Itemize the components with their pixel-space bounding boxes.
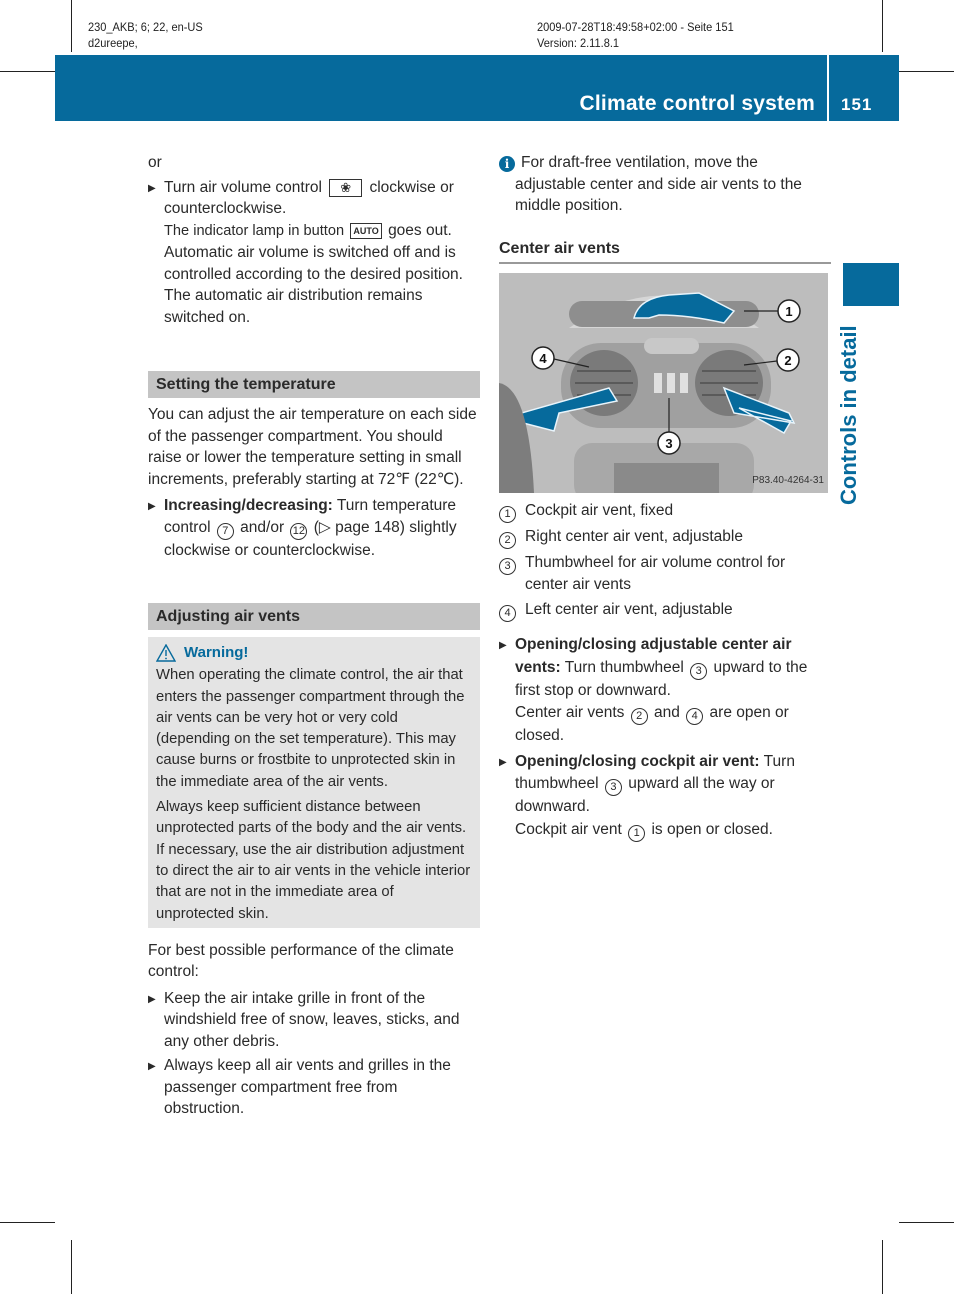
legend-text: Thumbwheel for air volume control for ce… xyxy=(525,554,786,593)
indicator-text: goes out. xyxy=(388,221,452,239)
right-column: i For draft-free ventilation, move the ad… xyxy=(499,152,831,842)
side-tab-marker xyxy=(843,263,899,306)
crop-mark xyxy=(0,1222,55,1223)
warning-paragraph: Always keep sufficient distance between … xyxy=(156,799,471,922)
legend-item: 1 Cockpit air vent, fixed xyxy=(499,500,831,523)
header-bar: Climate control system xyxy=(55,55,827,121)
auto-button-icon: AUTO xyxy=(350,222,382,239)
print-meta-right-line1: 2009-07-28T18:49:58+02:00 - Seite 151 xyxy=(537,20,734,34)
info-icon: i xyxy=(499,156,515,172)
callout-label: 1 xyxy=(785,304,792,319)
legend-item: 3 Thumbwheel for air volume control for … xyxy=(499,552,831,596)
step-open-close-center-vents: Opening/closing adjustable center air ve… xyxy=(499,634,831,748)
indicator-text: The indicator lamp in button xyxy=(164,222,345,239)
performance-intro: For best possible performance of the cli… xyxy=(148,941,454,981)
step-result-text: Center air vents xyxy=(515,704,625,721)
print-meta-right: 2009-07-28T18:49:58+02:00 - Seite 151 Ve… xyxy=(537,19,734,51)
callout-ref: 2 xyxy=(499,532,516,549)
step-text: Turn thumbwheel xyxy=(564,658,684,676)
warning-title: Warning! xyxy=(156,642,472,663)
print-meta-left-line1: 230_AKB; 6; 22, en-US xyxy=(88,20,203,34)
temperature-intro: You can adjust the air temperature on ea… xyxy=(148,406,477,488)
result-text: Automatic air volume is switched off and… xyxy=(164,244,463,326)
warning-triangle-icon xyxy=(156,643,176,662)
temperature-bullet: Increasing/decreasing: Turn temperature … xyxy=(148,495,480,561)
callout-ref: 4 xyxy=(686,708,704,725)
callout-ref: 3 xyxy=(499,558,516,575)
step-open-close-cockpit-vent: Opening/closing cockpit air vent: Turn t… xyxy=(499,751,831,842)
legend-text: Left center air vent, adjustable xyxy=(525,601,733,618)
left-column: or Turn air volume control ❀ clockwise o… xyxy=(148,152,480,1120)
callout-ref: 12 xyxy=(290,522,308,540)
performance-bullet: Always keep all air vents and grilles in… xyxy=(148,1055,480,1120)
step-result-text: and xyxy=(654,704,680,721)
callout-ref: 7 xyxy=(216,522,234,540)
print-meta-left-line2: d2ureepe, xyxy=(88,36,138,50)
print-meta-left: 230_AKB; 6; 22, en-US d2ureepe, xyxy=(88,19,203,51)
center-vents-heading: Center air vents xyxy=(499,238,831,264)
callout-label: 2 xyxy=(784,353,791,368)
info-note-text: For draft-free ventilation, move the adj… xyxy=(515,154,802,214)
print-meta-right-line2: Version: 2.11.8.1 xyxy=(537,36,620,50)
crop-mark xyxy=(0,71,55,72)
crop-mark xyxy=(71,0,72,52)
crop-mark xyxy=(882,1240,883,1294)
crop-mark xyxy=(899,1222,954,1223)
fan-icon: ❀ xyxy=(329,178,363,197)
figure-code: P83.40-4264-31 xyxy=(752,474,824,486)
callout-ref: 3 xyxy=(604,779,622,796)
step-result-text: is open or closed. xyxy=(651,820,773,838)
bullet-text: and/or xyxy=(240,518,285,536)
callout-ref: 2 xyxy=(630,708,648,725)
legend-text: Right center air vent, adjustable xyxy=(525,528,743,545)
side-tab-label: Controls in detail xyxy=(836,325,861,505)
dashboard-illustration: 1 2 3 4 xyxy=(499,273,828,493)
callout-label: 3 xyxy=(665,436,672,451)
callout-ref: 3 xyxy=(690,662,708,680)
crop-mark xyxy=(882,0,883,52)
page-number: 151 xyxy=(841,95,873,114)
warning-box: Warning! When operating the climate cont… xyxy=(148,637,480,928)
callout-label: 4 xyxy=(539,351,547,366)
callout-ref: 1 xyxy=(499,506,516,523)
center-vents-figure: 1 2 3 4 P83.40-4264-31 xyxy=(499,273,828,493)
page-number-box: 151 xyxy=(829,55,899,121)
bullet-bold-label: Increasing/decreasing: xyxy=(164,497,333,514)
figure-legend: 1 Cockpit air vent, fixed 2 Right center… xyxy=(499,500,831,622)
info-note: i For draft-free ventilation, move the ad… xyxy=(499,152,831,217)
page-title: Climate control system xyxy=(579,92,815,115)
warning-title-text: Warning! xyxy=(184,644,249,661)
crop-mark xyxy=(71,1240,72,1294)
legend-item: 2 Right center air vent, adjustable xyxy=(499,526,831,549)
legend-text: Cockpit air vent, fixed xyxy=(525,502,674,519)
air-volume-bullet: Turn air volume control ❀ clockwise or c… xyxy=(148,177,480,329)
warning-paragraph: When operating the climate control, the … xyxy=(156,667,465,790)
or-text: or xyxy=(148,154,162,171)
step-result-text: Cockpit air vent xyxy=(515,820,622,838)
section-heading-air-vents: Adjusting air vents xyxy=(148,603,480,630)
callout-ref: 4 xyxy=(499,605,516,622)
section-heading-temperature: Setting the temperature xyxy=(148,371,480,398)
step-bold-label: Opening/closing cockpit air vent: xyxy=(515,752,760,770)
legend-item: 4 Left center air vent, adjustable xyxy=(499,599,831,622)
performance-bullet: Keep the air intake grille in front of t… xyxy=(148,988,480,1053)
bullet-text: Turn air volume control xyxy=(164,178,322,196)
callout-ref: 1 xyxy=(628,824,646,842)
crop-mark xyxy=(899,71,954,72)
